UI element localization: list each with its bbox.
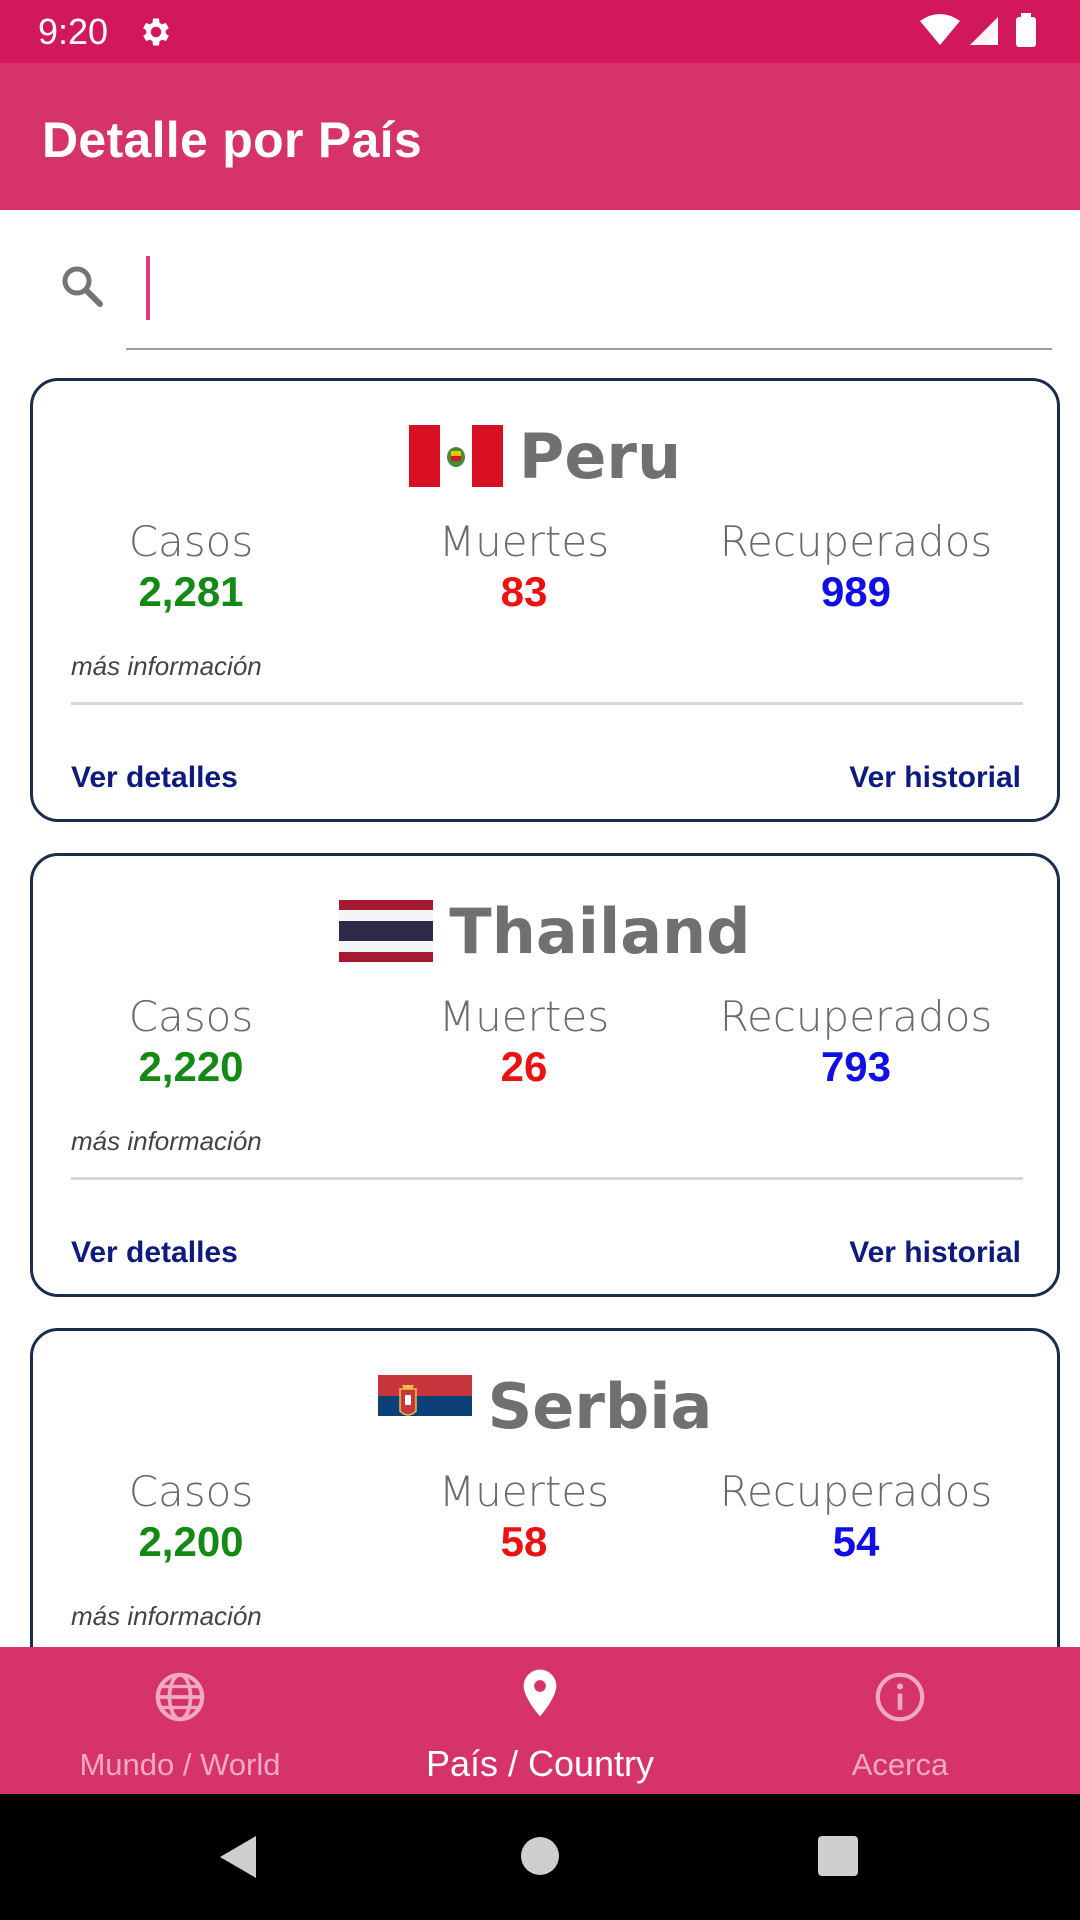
search-input[interactable] — [126, 250, 1050, 320]
app-bar: Detalle por País — [0, 63, 1080, 210]
location-pin-icon — [523, 1669, 557, 1717]
deaths-label: Muertes — [438, 517, 610, 566]
deaths-label: Muertes — [438, 992, 610, 1041]
search-bar — [0, 210, 1080, 360]
country-card: Thailand Casos 2,220 Muertes 26 Recupera… — [30, 853, 1060, 1297]
status-bar: 9:20 — [0, 0, 1080, 63]
deaths-value: 26 — [500, 1043, 548, 1090]
home-icon[interactable] — [520, 1836, 560, 1876]
text-cursor — [146, 256, 150, 320]
nav-label: Acerca — [851, 1747, 949, 1782]
country-header: Serbia — [33, 1369, 1057, 1443]
info-icon — [875, 1672, 925, 1722]
cases-label: Casos — [128, 1467, 254, 1516]
divider — [71, 702, 1023, 705]
history-button[interactable]: Ver historial — [849, 1236, 1021, 1270]
deaths-stat: Muertes 58 — [354, 1467, 694, 1566]
country-name: Serbia — [487, 1369, 713, 1443]
recovered-label: Recuperados — [719, 517, 993, 566]
cases-value: 2,220 — [138, 1043, 244, 1090]
recovered-value: 793 — [820, 1043, 892, 1090]
system-navigation-bar — [0, 1794, 1080, 1920]
recovered-label: Recuperados — [719, 992, 993, 1041]
details-button[interactable]: Ver detalles — [71, 761, 238, 795]
cases-stat: Casos 2,200 — [21, 1467, 361, 1566]
cases-value: 2,200 — [138, 1518, 244, 1565]
history-button[interactable]: Ver historial — [849, 761, 1021, 795]
country-list[interactable]: Peru Casos 2,281 Muertes 83 Recuperados … — [0, 378, 1080, 1648]
recovered-stat: Recuperados 54 — [686, 1467, 1026, 1566]
thailand-flag-icon — [339, 900, 434, 962]
back-icon[interactable] — [216, 1834, 260, 1880]
nav-item-country[interactable]: País / Country — [360, 1647, 720, 1794]
serbia-flag-icon — [377, 1375, 472, 1437]
country-header: Thailand — [33, 894, 1057, 968]
peru-flag-icon — [408, 425, 503, 487]
recovered-value: 54 — [832, 1518, 880, 1565]
more-info-label: más información — [71, 1601, 262, 1631]
wifi-icon — [920, 14, 960, 45]
search-underline — [126, 348, 1052, 350]
recovered-label: Recuperados — [719, 1467, 993, 1516]
divider — [71, 1177, 1023, 1180]
country-card: Peru Casos 2,281 Muertes 83 Recuperados … — [30, 378, 1060, 822]
nav-label: País / Country — [425, 1743, 655, 1784]
country-name: Thailand — [449, 894, 751, 968]
cases-stat: Casos 2,281 — [21, 517, 361, 616]
cases-label: Casos — [128, 517, 254, 566]
nav-label: Mundo / World — [79, 1747, 281, 1782]
page-title: Detalle por País — [42, 112, 422, 168]
deaths-stat: Muertes 83 — [354, 517, 694, 616]
recents-icon[interactable] — [818, 1836, 858, 1876]
deaths-stat: Muertes 26 — [354, 992, 694, 1091]
details-button[interactable]: Ver detalles — [71, 1236, 238, 1270]
search-icon[interactable] — [58, 262, 106, 310]
bottom-navigation: Mundo / World País / Country Acerca — [0, 1647, 1080, 1794]
cases-value: 2,281 — [138, 568, 244, 615]
status-time: 9:20 — [38, 11, 109, 52]
recovered-stat: Recuperados 793 — [686, 992, 1026, 1091]
country-card: Serbia Casos 2,200 Muertes 58 Recuperado… — [30, 1328, 1060, 1648]
more-info-label: más información — [71, 1126, 262, 1156]
deaths-value: 58 — [500, 1518, 548, 1565]
cases-label: Casos — [128, 992, 254, 1041]
nav-item-world[interactable]: Mundo / World — [0, 1647, 360, 1794]
recovered-value: 989 — [820, 568, 892, 615]
country-header: Peru — [33, 419, 1057, 493]
globe-icon — [155, 1672, 205, 1722]
deaths-value: 83 — [500, 568, 548, 615]
status-icons — [918, 13, 1046, 49]
country-name: Peru — [518, 419, 682, 493]
nav-item-about[interactable]: Acerca — [720, 1647, 1080, 1794]
cases-stat: Casos 2,220 — [21, 992, 361, 1091]
gear-icon — [143, 18, 169, 46]
more-info-label: más información — [71, 651, 262, 681]
battery-icon — [1016, 17, 1036, 47]
recovered-stat: Recuperados 989 — [686, 517, 1026, 616]
deaths-label: Muertes — [438, 1467, 610, 1516]
